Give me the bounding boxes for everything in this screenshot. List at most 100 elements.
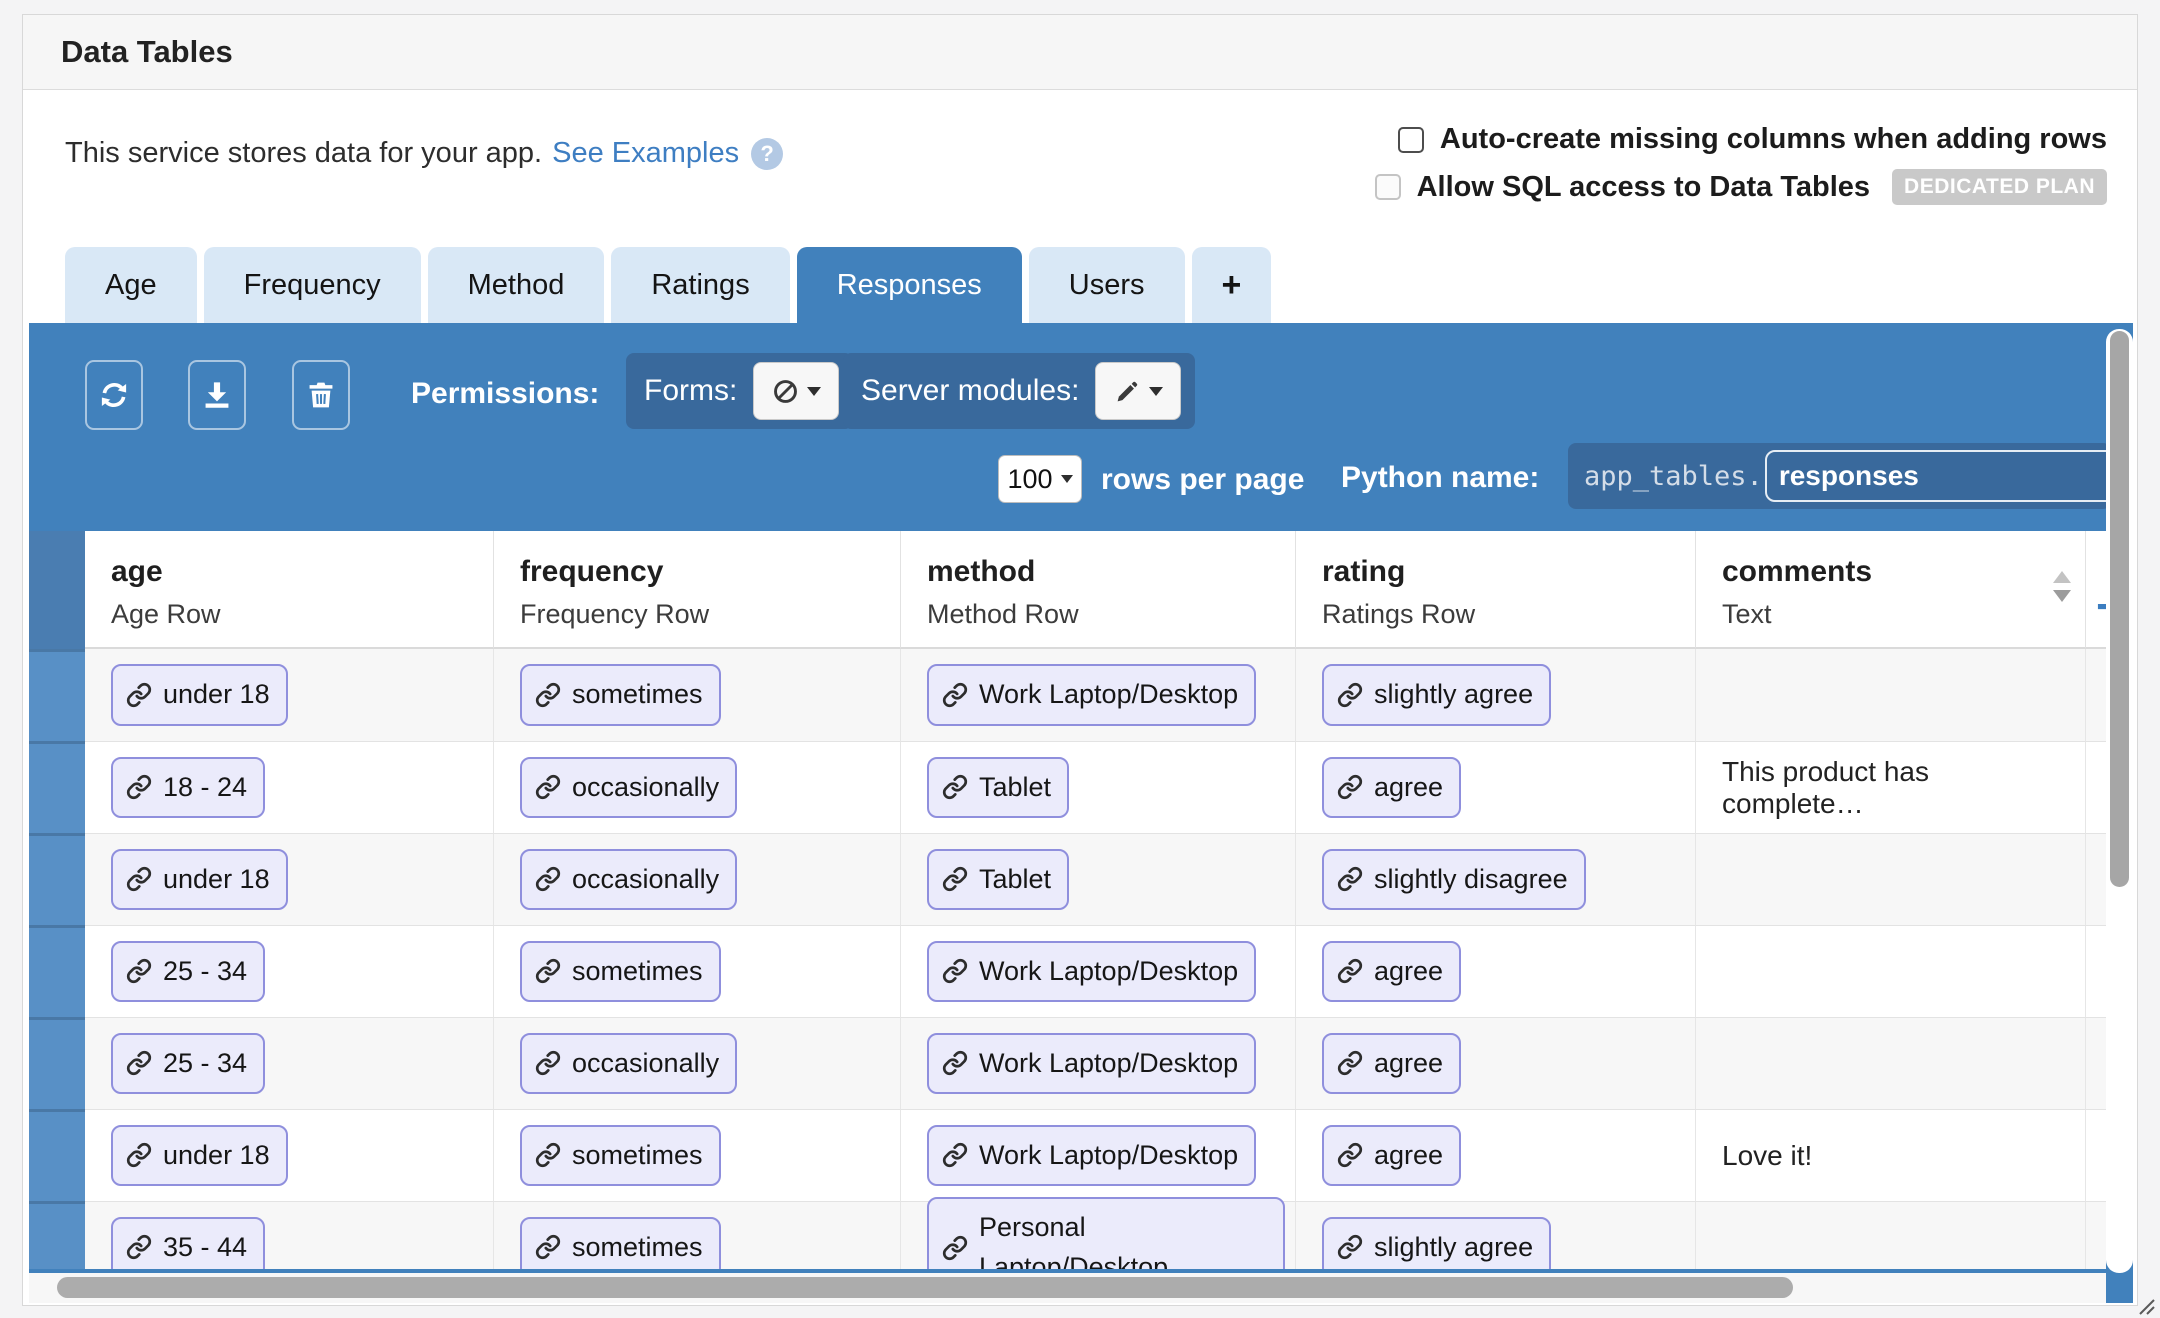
linked-row-label: under 18 xyxy=(163,1136,270,1175)
linked-row-pill[interactable]: occasionally xyxy=(520,1033,737,1094)
linked-row-pill[interactable]: slightly disagree xyxy=(1322,849,1586,910)
linked-row-pill[interactable]: Tablet xyxy=(927,757,1069,818)
linked-row-pill[interactable]: slightly agree xyxy=(1322,1217,1551,1269)
rows-per-page-select[interactable]: 100 xyxy=(998,455,1082,503)
sql-access-checkbox[interactable] xyxy=(1375,174,1401,200)
link-icon xyxy=(942,958,968,984)
linked-row-pill[interactable]: agree xyxy=(1322,1125,1461,1186)
question-circle-icon[interactable]: ? xyxy=(751,138,783,170)
sort-arrows-icon[interactable] xyxy=(2053,571,2071,602)
resize-handle-icon[interactable] xyxy=(2136,1296,2156,1316)
server-modules-permission-dropdown[interactable] xyxy=(1095,362,1181,420)
link-icon xyxy=(1337,1050,1363,1076)
comments-cell xyxy=(1696,1017,2086,1109)
linked-row-pill[interactable]: occasionally xyxy=(520,849,737,910)
tab-age[interactable]: Age xyxy=(65,247,197,323)
linked-row-pill[interactable]: sometimes xyxy=(520,1125,721,1186)
linked-row-pill[interactable]: Tablet xyxy=(927,849,1069,910)
column-header-comments[interactable]: commentsText xyxy=(1696,531,2086,649)
linked-row-pill[interactable]: Work Laptop/Desktop xyxy=(927,664,1256,725)
tab-responses[interactable]: Responses xyxy=(797,247,1022,323)
method-cell: Tablet xyxy=(901,833,1296,925)
vertical-scrollbar[interactable] xyxy=(2106,329,2133,1273)
linked-row-pill[interactable]: under 18 xyxy=(111,664,288,725)
python-name-prefix: app_tables. xyxy=(1584,461,1763,492)
link-icon xyxy=(126,866,152,892)
horizontal-scrollbar[interactable] xyxy=(29,1273,2106,1303)
age-cell: 25 - 34 xyxy=(85,925,494,1017)
row-handle[interactable] xyxy=(29,741,85,833)
column-header-method[interactable]: methodMethod Row xyxy=(901,531,1296,649)
row-handle[interactable] xyxy=(29,1017,85,1109)
linked-row-pill[interactable]: Work Laptop/Desktop xyxy=(927,941,1256,1002)
linked-row-pill[interactable]: 25 - 34 xyxy=(111,1033,265,1094)
column-header-frequency[interactable]: frequencyFrequency Row xyxy=(494,531,901,649)
column-header-age[interactable]: ageAge Row xyxy=(85,531,494,649)
row-handle[interactable] xyxy=(29,1201,85,1269)
linked-row-pill[interactable]: under 18 xyxy=(111,1125,288,1186)
link-icon xyxy=(1337,1142,1363,1168)
linked-row-label: Work Laptop/Desktop xyxy=(979,1136,1238,1175)
refresh-icon xyxy=(98,379,130,411)
tab-users[interactable]: Users xyxy=(1029,247,1185,323)
method-cell: Tablet xyxy=(901,741,1296,833)
linked-row-pill[interactable]: 25 - 34 xyxy=(111,941,265,1002)
row-handle[interactable] xyxy=(29,925,85,1017)
rows-per-page-value: 100 xyxy=(1007,464,1052,495)
linked-row-pill[interactable]: occasionally xyxy=(520,757,737,818)
see-examples-link[interactable]: See Examples xyxy=(552,137,739,170)
tab-ratings[interactable]: Ratings xyxy=(611,247,789,323)
link-icon xyxy=(126,958,152,984)
method-cell: Work Laptop/Desktop xyxy=(901,925,1296,1017)
linked-row-pill[interactable]: agree xyxy=(1322,941,1461,1002)
column-name: comments xyxy=(1722,555,2085,589)
linked-row-label: sometimes xyxy=(572,1136,703,1175)
linked-row-pill[interactable]: 35 - 44 xyxy=(111,1217,265,1269)
table-toolbar-container: Permissions: Forms: Server modules: xyxy=(29,323,2133,1303)
linked-row-label: 25 - 34 xyxy=(163,952,247,991)
rating-cell: agree xyxy=(1296,741,1696,833)
link-icon xyxy=(942,1050,968,1076)
linked-row-pill[interactable]: sometimes xyxy=(520,664,721,725)
linked-row-pill[interactable]: Work Laptop/Desktop xyxy=(927,1033,1256,1094)
age-cell: 25 - 34 xyxy=(85,1017,494,1109)
link-icon xyxy=(535,866,561,892)
add-column-cell xyxy=(2086,1109,2106,1201)
linked-row-pill[interactable]: agree xyxy=(1322,757,1461,818)
linked-row-pill[interactable]: under 18 xyxy=(111,849,288,910)
linked-row-pill[interactable]: sometimes xyxy=(520,1217,721,1269)
forms-permission-dropdown[interactable] xyxy=(753,362,839,420)
row-handle[interactable] xyxy=(29,833,85,925)
linked-row-pill[interactable]: 18 - 24 xyxy=(111,757,265,818)
add-table-tab[interactable]: + xyxy=(1192,247,1272,323)
auto-create-checkbox[interactable] xyxy=(1398,127,1424,153)
tab-frequency[interactable]: Frequency xyxy=(204,247,421,323)
horizontal-scrollbar-thumb[interactable] xyxy=(57,1277,1793,1298)
linked-row-pill[interactable]: Personal Laptop/Desktop xyxy=(927,1197,1285,1269)
download-csv-button[interactable] xyxy=(188,360,246,430)
row-gutter xyxy=(29,531,85,1269)
column-type: Age Row xyxy=(111,599,493,630)
comment-text: This product has complete… xyxy=(1722,756,2075,820)
add-column-button[interactable]: + xyxy=(2096,583,2106,629)
linked-row-pill[interactable]: sometimes xyxy=(520,941,721,1002)
linked-row-label: Tablet xyxy=(979,860,1051,899)
linked-row-pill[interactable]: slightly agree xyxy=(1322,664,1551,725)
python-name-input[interactable] xyxy=(1765,450,2131,502)
row-handle[interactable] xyxy=(29,1109,85,1201)
add-column-cell xyxy=(2086,741,2106,833)
column-name: rating xyxy=(1322,555,1695,589)
forms-permission-group: Forms: xyxy=(626,353,853,429)
linked-row-pill[interactable]: Work Laptop/Desktop xyxy=(927,1125,1256,1186)
method-cell: Work Laptop/Desktop xyxy=(901,1017,1296,1109)
frequency-cell: sometimes xyxy=(494,925,901,1017)
row-handle[interactable] xyxy=(29,649,85,741)
delete-table-button[interactable] xyxy=(292,360,350,430)
linked-row-pill[interactable]: agree xyxy=(1322,1033,1461,1094)
page-title: Data Tables xyxy=(61,34,233,70)
vertical-scrollbar-thumb[interactable] xyxy=(2110,331,2129,887)
column-header-rating[interactable]: ratingRatings Row xyxy=(1296,531,1696,649)
rating-cell: slightly agree xyxy=(1296,1201,1696,1269)
refresh-button[interactable] xyxy=(85,360,143,430)
tab-method[interactable]: Method xyxy=(428,247,605,323)
